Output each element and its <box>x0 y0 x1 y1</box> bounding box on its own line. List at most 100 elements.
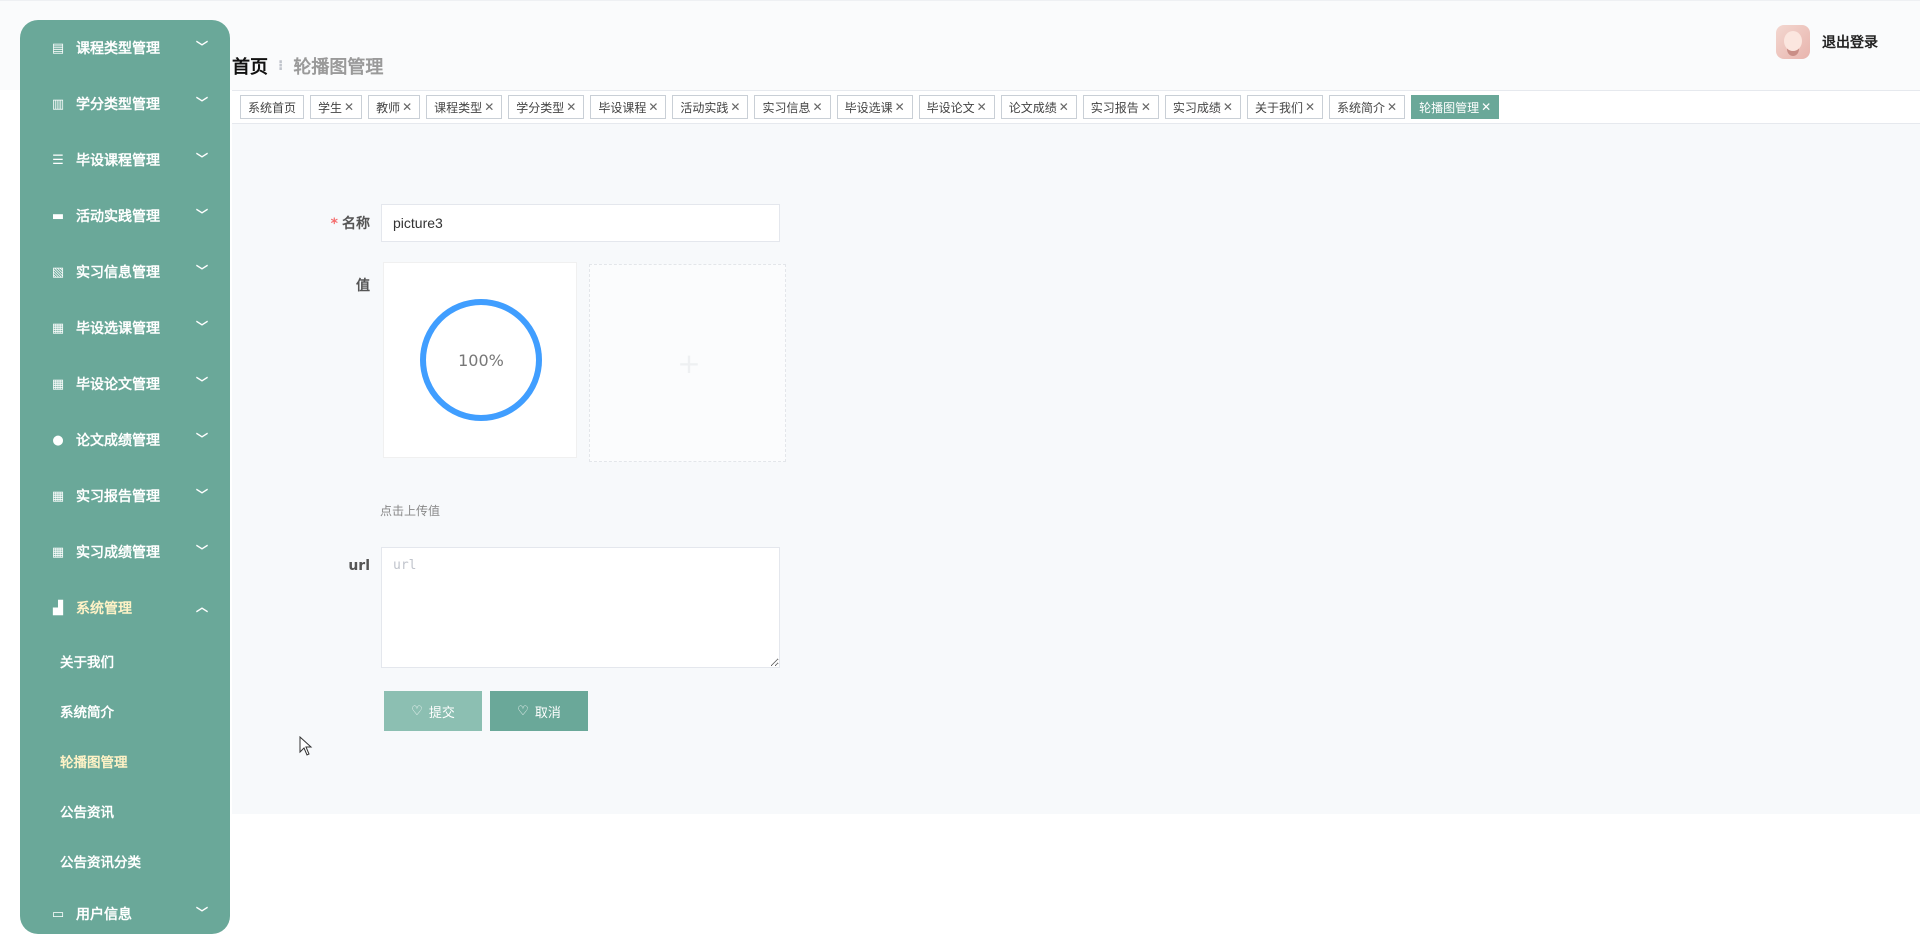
sidebar-menu-label: 学分类型管理 <box>76 97 160 113</box>
tag-item[interactable]: 系统首页 <box>240 95 305 119</box>
tag-label: 课程类型 <box>434 100 483 115</box>
tag-item[interactable]: 实习成绩 ✕ <box>1164 95 1241 119</box>
monitor-icon: ▬ <box>51 208 65 224</box>
tag-label: 实习成绩 <box>1172 100 1221 115</box>
close-icon[interactable]: ✕ <box>1481 100 1491 114</box>
heart-icon: ♡ <box>411 703 423 719</box>
table-icon: ▦ <box>51 488 65 504</box>
sidebar-menu-item[interactable]: ▭ 用户信息 ﹀ <box>20 886 230 934</box>
tag-label: 学生 <box>318 100 343 115</box>
sidebar-sub-item[interactable]: 公告资讯分类 <box>20 836 230 886</box>
upload-trigger[interactable]: + <box>589 264 786 462</box>
sidebar-sub-item[interactable]: 轮播图管理 <box>20 736 230 786</box>
required-mark: * <box>330 216 338 232</box>
tag-item[interactable]: 实习信息 ✕ <box>754 95 831 119</box>
tag-item[interactable]: 关于我们 ✕ <box>1246 95 1324 119</box>
chevron-down-icon: ﹀ <box>195 319 208 334</box>
upload-progress-text: 100% <box>458 350 504 370</box>
name-input[interactable] <box>381 204 780 242</box>
url-textarea[interactable] <box>381 547 780 668</box>
close-icon[interactable]: ✕ <box>344 100 354 114</box>
sidebar-menu-item[interactable]: ▧ 实习信息管理 ﹀ <box>20 244 230 300</box>
tag-item[interactable]: 课程类型 ✕ <box>426 95 503 119</box>
tag-item[interactable]: 毕设论文 ✕ <box>918 95 995 119</box>
tag-label: 活动实践 <box>680 100 729 115</box>
close-icon[interactable]: ✕ <box>1223 100 1233 114</box>
sidebar-sub-item[interactable]: 公告资讯 <box>20 786 230 836</box>
sidebar-menu-item[interactable]: ▦ 实习报告管理 ﹀ <box>20 468 230 524</box>
close-icon[interactable]: ✕ <box>1305 100 1315 114</box>
tag-label: 实习信息 <box>762 100 811 115</box>
tag-label: 学分类型 <box>516 100 565 115</box>
submit-button[interactable]: ♡ 提交 <box>384 691 482 731</box>
chevron-down-icon: ﹀ <box>195 487 208 502</box>
chevron-down-icon: ﹀ <box>195 905 208 920</box>
grid-icon: ▦ <box>51 544 65 560</box>
tag-item[interactable]: 学分类型 ✕ <box>508 95 585 119</box>
sidebar-menu-item[interactable]: ▦ 毕设论文管理 ﹀ <box>20 356 230 412</box>
close-icon[interactable]: ✕ <box>566 100 576 114</box>
cancel-label: 取消 <box>534 705 561 721</box>
grid-icon: ▦ <box>51 376 65 392</box>
sidebar: ▤ 课程类型管理 ﹀ ▥ 学分类型管理 ﹀ ☰ 毕设课程管理 ﹀ ▬ 活动实践管理 ﹀ ▧ 实习信息管理 ﹀… <box>20 20 230 934</box>
heart-icon: ♡ <box>517 703 529 719</box>
tag-label: 实习报告 <box>1090 100 1139 115</box>
sidebar-menu-label: 课程类型管理 <box>76 41 160 57</box>
sidebar-sub-item[interactable]: 关于我们 <box>20 636 230 686</box>
tag-item[interactable]: 系统简介 ✕ <box>1329 95 1406 119</box>
sidebar-menu-label: 毕设论文管理 <box>76 377 160 393</box>
close-icon[interactable]: ✕ <box>484 100 494 114</box>
sidebar-menu-item[interactable]: ▥ 学分类型管理 ﹀ <box>20 76 230 132</box>
tag-label: 毕设选课 <box>844 100 893 115</box>
tag-item[interactable]: 毕设课程 ✕ <box>590 95 667 119</box>
sidebar-sub-item[interactable]: 系统简介 <box>20 686 230 736</box>
sidebar-menu-label: 论文成绩管理 <box>76 433 160 449</box>
grid-icon: ▦ <box>51 320 65 336</box>
close-icon[interactable]: ✕ <box>402 100 412 114</box>
tag-item[interactable]: 论文成绩 ✕ <box>1000 95 1077 119</box>
sidebar-menu-item[interactable]: ● 论文成绩管理 ﹀ <box>20 412 230 468</box>
chevron-down-icon: ﹀ <box>195 151 208 166</box>
sidebar-menu-item[interactable]: ▤ 课程类型管理 ﹀ <box>20 20 230 76</box>
sidebar-menu-item[interactable]: ▦ 毕设选课管理 ﹀ <box>20 300 230 356</box>
tag-item[interactable]: 轮播图管理 ✕ <box>1411 95 1500 119</box>
breadcrumb-home[interactable]: 首页 <box>232 53 268 79</box>
close-icon[interactable]: ✕ <box>648 100 658 114</box>
tag-item[interactable]: 毕设选课 ✕ <box>836 95 913 119</box>
sidebar-menu-item[interactable]: ▦ 实习成绩管理 ﹀ <box>20 524 230 580</box>
sidebar-menu-label: 毕设选课管理 <box>76 321 160 337</box>
chevron-down-icon: ﹀ <box>195 543 208 558</box>
close-icon[interactable]: ✕ <box>813 100 823 114</box>
submit-label: 提交 <box>428 705 455 721</box>
tag-item[interactable]: 活动实践 ✕ <box>672 95 749 119</box>
tag-label: 毕设论文 <box>926 100 975 115</box>
value-field-label: 值 <box>356 278 370 294</box>
upload-hint: 点击上传值 <box>380 504 441 518</box>
tag-label: 毕设课程 <box>598 100 647 115</box>
close-icon[interactable]: ✕ <box>1059 100 1069 114</box>
book-icon: ▥ <box>51 96 65 112</box>
close-icon[interactable]: ✕ <box>895 100 905 114</box>
logout-link[interactable]: 退出登录 <box>1822 32 1878 52</box>
tag-item[interactable]: 实习报告 ✕ <box>1082 95 1159 119</box>
sidebar-menu-item[interactable]: ▟ 系统管理 ︿ <box>20 580 230 636</box>
cancel-button[interactable]: ♡ 取消 <box>490 691 588 731</box>
close-icon[interactable]: ✕ <box>730 100 740 114</box>
breadcrumb-separator: ⁝ <box>278 58 284 74</box>
sidebar-menu-label: 实习成绩管理 <box>76 545 160 561</box>
tag-item[interactable]: 学生 ✕ <box>310 95 363 119</box>
sidebar-menu-item[interactable]: ▬ 活动实践管理 ﹀ <box>20 188 230 244</box>
sidebar-menu-item[interactable]: ☰ 毕设课程管理 ﹀ <box>20 132 230 188</box>
id-card-icon: ▭ <box>51 906 65 922</box>
location-pin-icon: ● <box>52 432 64 448</box>
close-icon[interactable]: ✕ <box>977 100 987 114</box>
clipboard-check-icon: ▧ <box>51 264 65 280</box>
close-icon[interactable]: ✕ <box>1387 100 1397 114</box>
close-icon[interactable]: ✕ <box>1141 100 1151 114</box>
sidebar-menu-label: 系统管理 <box>76 601 132 617</box>
chevron-down-icon: ﹀ <box>195 207 208 222</box>
user-area: 退出登录 <box>1776 25 1878 59</box>
chevron-down-icon: ﹀ <box>195 95 208 110</box>
tag-item[interactable]: 教师 ✕ <box>368 95 421 119</box>
sidebar-menu-label: 实习信息管理 <box>76 265 160 281</box>
